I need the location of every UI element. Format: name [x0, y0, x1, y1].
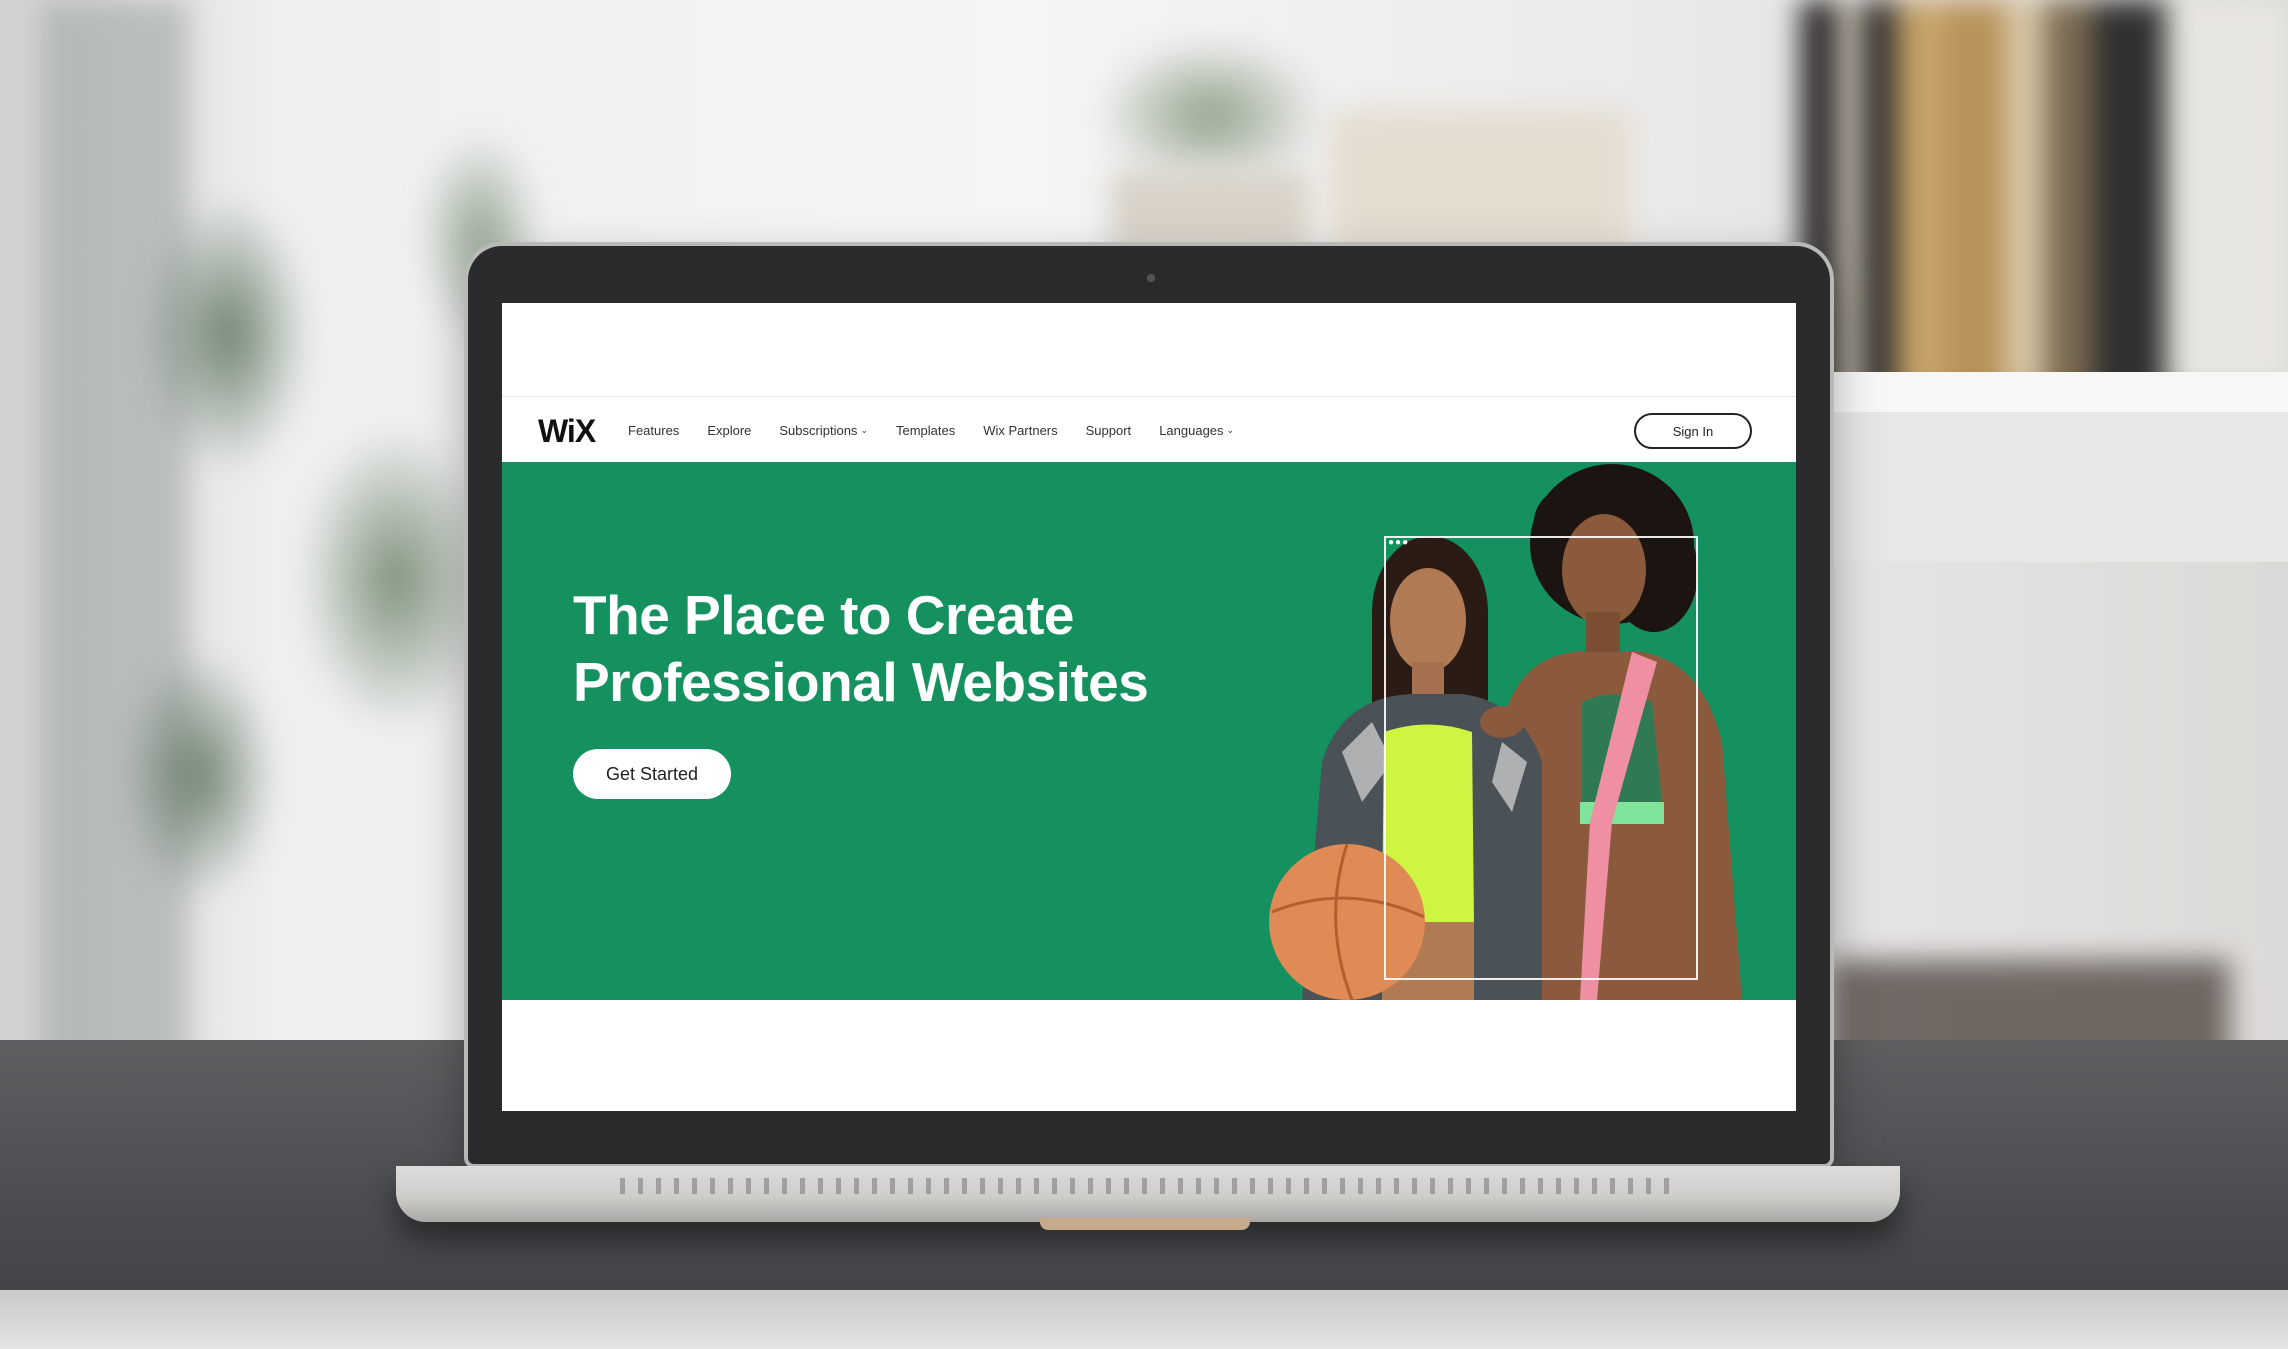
desk-edge	[0, 1290, 2288, 1349]
nav-item-wix-partners[interactable]: Wix Partners	[983, 423, 1057, 438]
nav-item-support[interactable]: Support	[1086, 423, 1132, 438]
sign-in-button[interactable]: Sign In	[1634, 413, 1752, 449]
nav-item-templates[interactable]: Templates	[896, 423, 955, 438]
shelf	[1830, 372, 2288, 412]
laptop-base	[396, 1166, 1900, 1222]
hero-headline: The Place to Create Professional Website…	[573, 582, 1149, 716]
laptop-notch	[1040, 1218, 1250, 1230]
hero-banner: The Place to Create Professional Website…	[502, 462, 1796, 1000]
nav-item-subscriptions[interactable]: Subscriptions ⌄	[779, 423, 868, 438]
get-started-button[interactable]: Get Started	[573, 749, 731, 799]
nav-item-explore[interactable]: Explore	[707, 423, 751, 438]
camera-icon	[1147, 274, 1155, 282]
nav-item-features[interactable]: Features	[628, 423, 679, 438]
chevron-down-icon: ⌄	[860, 424, 868, 435]
site-nav: WiX Features Explore Subscriptions ⌄ Temp…	[502, 396, 1796, 463]
photo-frame	[1384, 536, 1698, 980]
browser-top-area	[502, 303, 1796, 395]
hero-headline-line1: The Place to Create	[573, 584, 1074, 646]
chevron-down-icon: ⌄	[1226, 424, 1235, 435]
shelf-wall	[1830, 412, 2288, 562]
nav-links: Features Explore Subscriptions ⌄ Template…	[628, 397, 1234, 463]
photo-frame-dots-icon: ●●●	[1388, 537, 1410, 548]
page-bottom-area	[502, 1000, 1796, 1111]
hero-headline-line2: Professional Websites	[573, 651, 1149, 713]
wix-logo[interactable]: WiX	[538, 413, 596, 450]
bookshelf	[1800, 0, 2288, 420]
keyboard-strip	[620, 1178, 1680, 1194]
jar	[1330, 110, 1630, 260]
laptop-screen: WiX Features Explore Subscriptions ⌄ Temp…	[502, 303, 1796, 1111]
nav-item-languages[interactable]: Languages ⌄	[1159, 423, 1234, 438]
